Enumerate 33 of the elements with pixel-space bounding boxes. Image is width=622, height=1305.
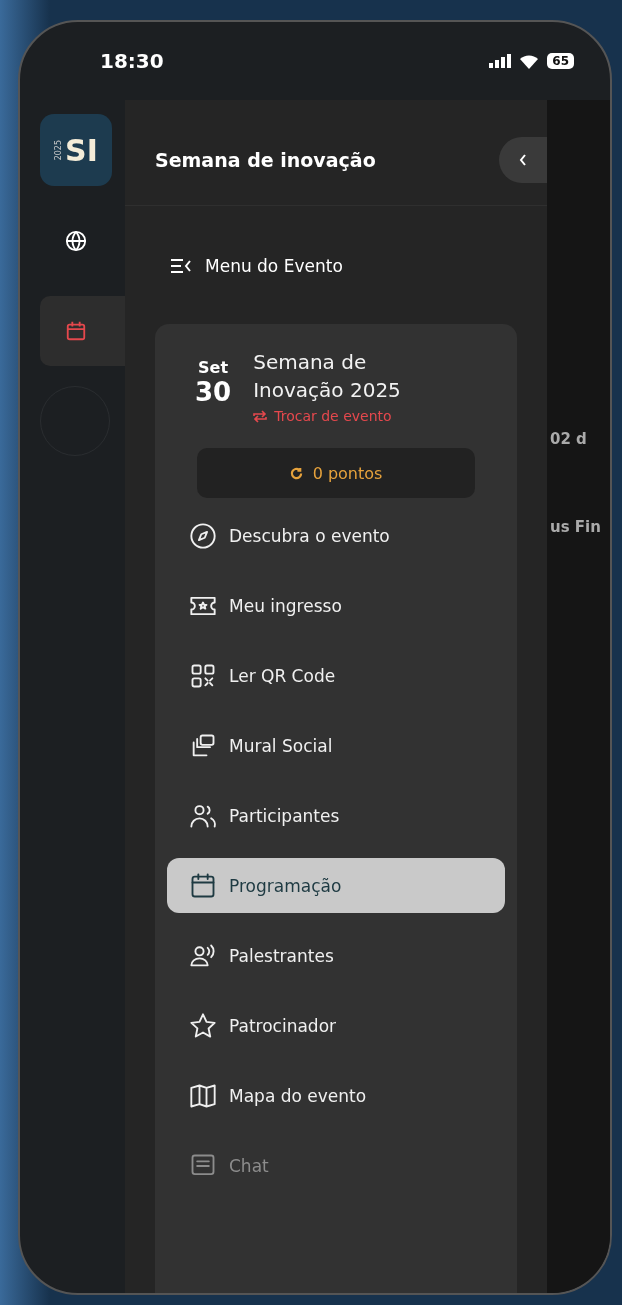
event-month: Set <box>198 358 229 377</box>
collapse-button[interactable] <box>499 137 547 183</box>
background-text: 02 d <box>549 430 588 448</box>
menu-collapse-icon[interactable] <box>171 259 191 273</box>
signal-icon <box>489 54 512 68</box>
calendar-icon <box>65 320 87 342</box>
event-name: Semana de Inovação 2025 <box>253 349 402 404</box>
menu-item[interactable]: Programação <box>167 858 505 913</box>
star-icon <box>189 1011 217 1040</box>
menu-item[interactable]: Participantes <box>167 788 505 843</box>
compass-icon <box>189 521 217 550</box>
points-badge: 0 pontos <box>197 448 475 498</box>
menu-item[interactable]: Descubra o evento <box>167 508 505 563</box>
menu-item[interactable]: Mural Social <box>167 718 505 773</box>
menu-item[interactable]: Mapa do evento <box>167 1068 505 1123</box>
chevron-left-icon <box>519 154 527 166</box>
swap-icon <box>253 409 268 423</box>
menu-heading: Menu do Evento <box>205 256 343 276</box>
event-day: 30 <box>195 377 232 407</box>
drawer-title: Semana de inovação <box>155 149 376 171</box>
menu-item[interactable]: Ler QR Code <box>167 648 505 703</box>
menu-item[interactable]: Meu ingresso <box>167 578 505 633</box>
menu-item[interactable]: Patrocinador <box>167 998 505 1053</box>
app-logo[interactable]: 2025 SI <box>40 114 112 186</box>
status-time: 18:30 <box>100 49 164 73</box>
globe-icon <box>65 230 87 252</box>
battery-indicator: 65 <box>547 53 574 69</box>
refresh-icon <box>289 466 303 480</box>
menu-item[interactable]: Chat <box>167 1138 505 1193</box>
background-text: us Fin <box>549 518 602 536</box>
menu-item[interactable]: Palestrantes <box>167 928 505 983</box>
wifi-icon <box>519 53 540 69</box>
calendar-icon <box>189 871 217 900</box>
